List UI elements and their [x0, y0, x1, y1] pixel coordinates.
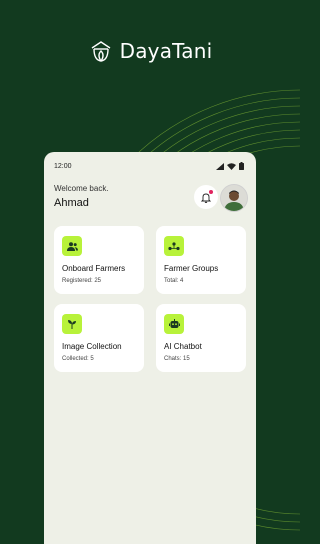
- groups-icon: [164, 236, 184, 256]
- status-icons: [216, 162, 244, 170]
- card-subtitle: Total: 4: [164, 278, 184, 284]
- card-title: Image Collection: [62, 342, 122, 351]
- card-title: AI Chatbot: [164, 342, 202, 351]
- brand-name: DayaTani: [119, 39, 213, 63]
- logo-icon: [91, 41, 111, 62]
- greeting: Welcome back. Ahmad: [54, 184, 109, 209]
- signal-icon: [216, 162, 224, 170]
- sprout-icon: [62, 314, 82, 334]
- brand-header: DayaTani: [0, 36, 300, 66]
- card-image-collection[interactable]: Image Collection Collected: 5: [54, 304, 144, 372]
- avatar[interactable]: [220, 184, 248, 212]
- welcome-text: Welcome back.: [54, 184, 109, 193]
- notification-dot: [209, 190, 213, 194]
- status-bar: 12:00: [44, 152, 256, 180]
- card-title: Onboard Farmers: [62, 264, 126, 273]
- wifi-icon: [227, 162, 236, 170]
- card-farmer-groups[interactable]: Farmer Groups Total: 4: [156, 226, 246, 294]
- card-ai-chatbot[interactable]: AI Chatbot Chats: 15: [156, 304, 246, 372]
- notification-button[interactable]: [194, 185, 218, 209]
- battery-icon: [239, 162, 244, 170]
- card-subtitle: Chats: 15: [164, 356, 190, 362]
- card-subtitle: Collected: 5: [62, 356, 94, 362]
- feature-cards: Onboard Farmers Registered: 25 Farmer Gr…: [54, 226, 246, 372]
- avatar-photo: [221, 185, 247, 211]
- user-name: Ahmad: [54, 197, 89, 209]
- card-onboard-farmers[interactable]: Onboard Farmers Registered: 25: [54, 226, 144, 294]
- status-time: 12:00: [54, 162, 72, 170]
- card-title: Farmer Groups: [164, 264, 219, 273]
- users-icon: [62, 236, 82, 256]
- phone-screen: 12:00 Welcome back. Ahmad Onboard Farmer…: [44, 152, 256, 544]
- robot-icon: [164, 314, 184, 334]
- card-subtitle: Registered: 25: [62, 278, 102, 284]
